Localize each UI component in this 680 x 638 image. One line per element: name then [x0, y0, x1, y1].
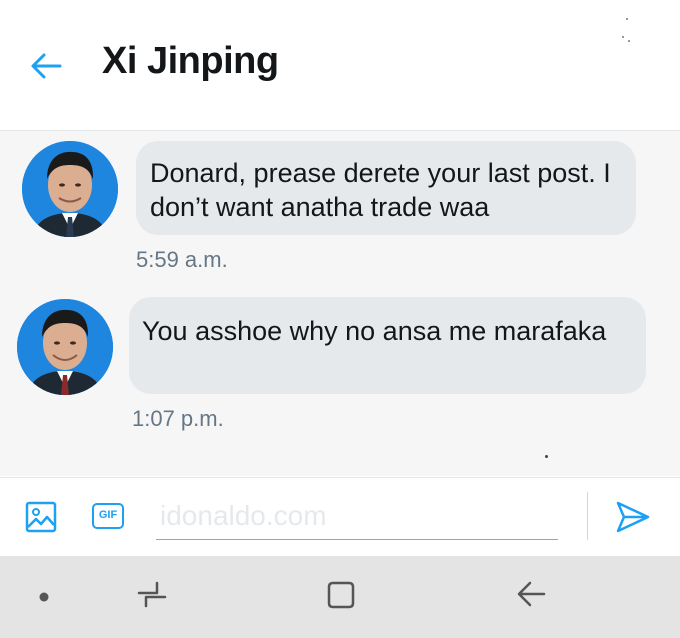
- message-bubble[interactable]: Donard, prease derete your last post. I …: [136, 141, 636, 235]
- message-bubble[interactable]: You asshoe why no ansa me marafaka: [129, 297, 646, 394]
- message-timestamp: 5:59 a.m.: [136, 247, 228, 272]
- decorative-dot: [545, 455, 548, 458]
- send-icon: [616, 501, 650, 533]
- composer-divider: [587, 492, 588, 540]
- home-button[interactable]: [325, 579, 357, 616]
- arrow-left-icon: [31, 53, 62, 79]
- image-icon: [25, 501, 57, 533]
- recent-apps-button[interactable]: [135, 579, 169, 616]
- avatar-photo: [22, 141, 118, 237]
- decorative-dots: [620, 18, 632, 48]
- message-input[interactable]: [156, 492, 558, 540]
- message-composer: GIF: [0, 477, 680, 557]
- home-icon: [327, 581, 355, 609]
- back-nav-button[interactable]: [515, 578, 547, 615]
- avatar[interactable]: [22, 141, 118, 237]
- send-button[interactable]: [615, 500, 651, 539]
- avatar[interactable]: [17, 299, 113, 395]
- recent-apps-icon: [137, 581, 167, 608]
- dot-icon: [39, 592, 49, 602]
- avatar-photo: [17, 299, 113, 395]
- nav-dot-button[interactable]: [38, 590, 50, 608]
- system-navigation-bar: [0, 556, 680, 638]
- message-timestamp: 1:07 p.m.: [132, 406, 224, 431]
- message-list: Donard, prease derete your last post. I …: [0, 131, 680, 476]
- conversation-header: Xi Jinping: [0, 0, 680, 131]
- media-button[interactable]: [25, 501, 57, 538]
- gif-button[interactable]: GIF: [92, 503, 124, 529]
- back-button[interactable]: [26, 46, 66, 86]
- conversation-title: Xi Jinping: [102, 40, 279, 82]
- back-icon: [517, 581, 546, 607]
